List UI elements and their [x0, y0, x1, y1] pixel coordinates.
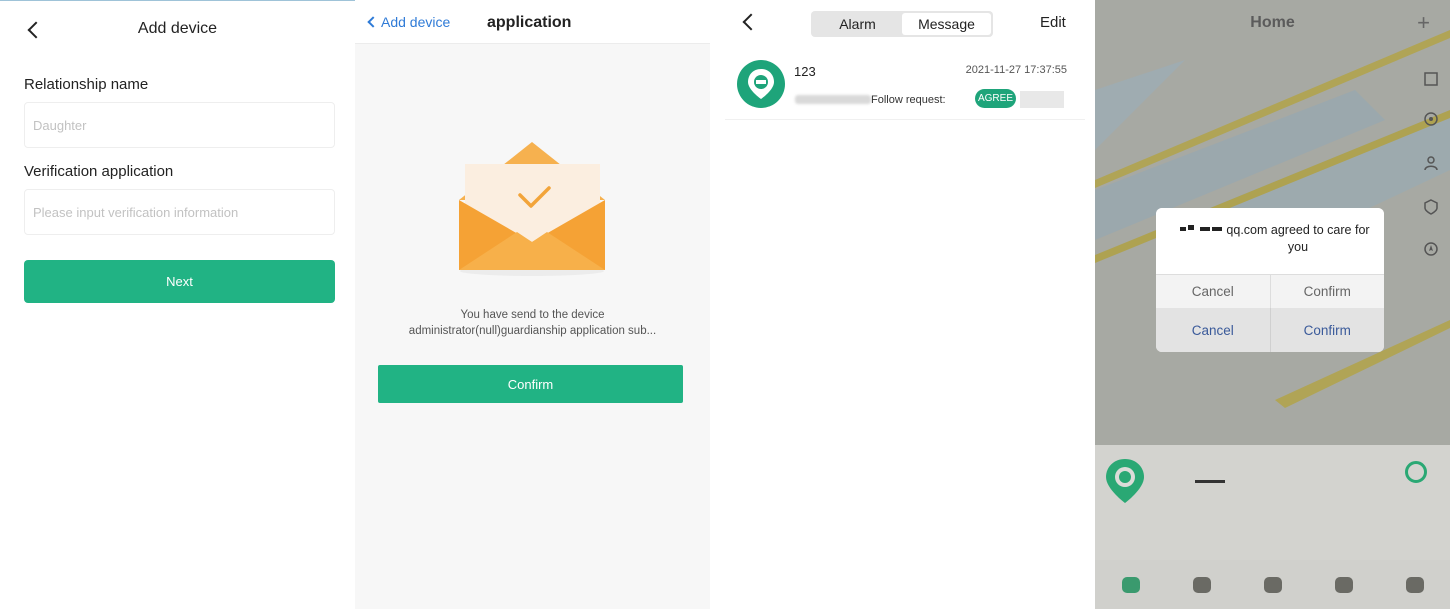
fence-tool-icon[interactable] [1418, 194, 1444, 220]
home-map-screen: Home + qq.com agreed to care for you Can… [1095, 0, 1450, 609]
message-timestamp: 2021-11-27 17:37:55 [965, 64, 1067, 76]
map-pin-icon [748, 69, 774, 99]
message-sender: 123 [794, 64, 816, 79]
tab-alarm[interactable]: Alarm [813, 13, 902, 35]
confirm-button[interactable]: Confirm [378, 365, 683, 403]
page-title: Home [1250, 14, 1295, 31]
back-button[interactable]: Add device [365, 14, 450, 30]
redacted-account [795, 95, 871, 104]
navigate-tool-icon[interactable] [1418, 236, 1444, 262]
device-info-card[interactable] [1095, 445, 1450, 560]
home-tab-icon[interactable] [1121, 576, 1140, 593]
dialog-actions-secondary: Cancel Confirm [1156, 308, 1384, 352]
cancel-button[interactable]: Cancel [1156, 308, 1271, 352]
shield-icon [1424, 199, 1438, 215]
edit-button[interactable]: Edit [1040, 14, 1066, 31]
page-title: Add device [137, 20, 218, 37]
add-device-screen: Add device Relationship name Daughter Ve… [0, 0, 355, 609]
confirm-button[interactable]: Confirm [1271, 308, 1385, 352]
nav-header: Add device application [355, 0, 710, 44]
bottom-tab-bar [1095, 560, 1450, 609]
refuse-button[interactable] [1020, 91, 1064, 108]
compass-icon [1424, 242, 1438, 256]
dialog-message-area: qq.com agreed to care for you [1156, 208, 1384, 274]
device-pin-icon [1106, 459, 1144, 503]
message-line-2: administrator(null)guardianship applicat… [408, 325, 657, 337]
agree-button[interactable]: AGREE [975, 89, 1016, 108]
chevron-left-icon [367, 16, 379, 28]
message-line-1: You have send to the device [460, 309, 605, 321]
message-text: Follow request: [871, 94, 946, 106]
verification-info-input[interactable]: Please input verification information [24, 189, 335, 235]
relationship-name-input[interactable]: Daughter [24, 102, 335, 148]
cancel-button[interactable]: Cancel [1156, 275, 1271, 308]
location-pin-avatar-icon [737, 60, 785, 108]
person-icon [1424, 156, 1438, 171]
page-title: application [487, 14, 572, 31]
alarm-message-segmented-control: Alarm Message [811, 11, 993, 37]
care-confirm-dialog: qq.com agreed to care for you Cancel Con… [1156, 208, 1384, 352]
screenshot-root: Add device Relationship name Daughter Ve… [0, 0, 1455, 609]
application-sent-screen: Add device application You have send to … [355, 0, 710, 609]
dialog-actions-primary: Cancel Confirm [1156, 274, 1384, 308]
application-message: You have send to the device administrato… [355, 307, 710, 339]
back-arrow-icon[interactable] [742, 13, 760, 31]
relationship-name-label: Relationship name [24, 76, 149, 93]
status-divider [0, 0, 355, 5]
plus-icon[interactable]: + [1417, 10, 1430, 36]
confirm-button[interactable]: Confirm [1271, 275, 1385, 308]
dialog-text: qq.com agreed to care for you [1226, 223, 1370, 254]
verification-info-placeholder: Please input verification information [33, 204, 239, 220]
layers-icon [1424, 72, 1438, 86]
health-tab-icon[interactable] [1192, 576, 1211, 593]
back-label: Add device [381, 14, 451, 30]
refresh-location-icon[interactable] [1405, 461, 1427, 483]
relationship-name-placeholder: Daughter [33, 117, 87, 133]
target-icon [1424, 112, 1438, 126]
envelope-check-icon [459, 142, 605, 276]
profile-tab-icon[interactable] [1405, 576, 1424, 593]
user-tool-icon[interactable] [1418, 150, 1444, 176]
next-button[interactable]: Next [24, 260, 335, 303]
verification-application-label: Verification application [24, 163, 174, 180]
chat-tab-icon[interactable] [1334, 576, 1353, 593]
apps-tab-icon[interactable] [1263, 576, 1282, 593]
tab-message[interactable]: Message [902, 13, 991, 35]
messages-screen: Alarm Message Edit 123 2021-11-27 17:37:… [725, 0, 1085, 609]
list-item[interactable]: 123 2021-11-27 17:37:55 Follow request: … [725, 52, 1085, 120]
layers-tool-icon[interactable] [1418, 66, 1444, 92]
redacted-device-name [1195, 480, 1225, 483]
locate-tool-icon[interactable] [1418, 106, 1444, 132]
